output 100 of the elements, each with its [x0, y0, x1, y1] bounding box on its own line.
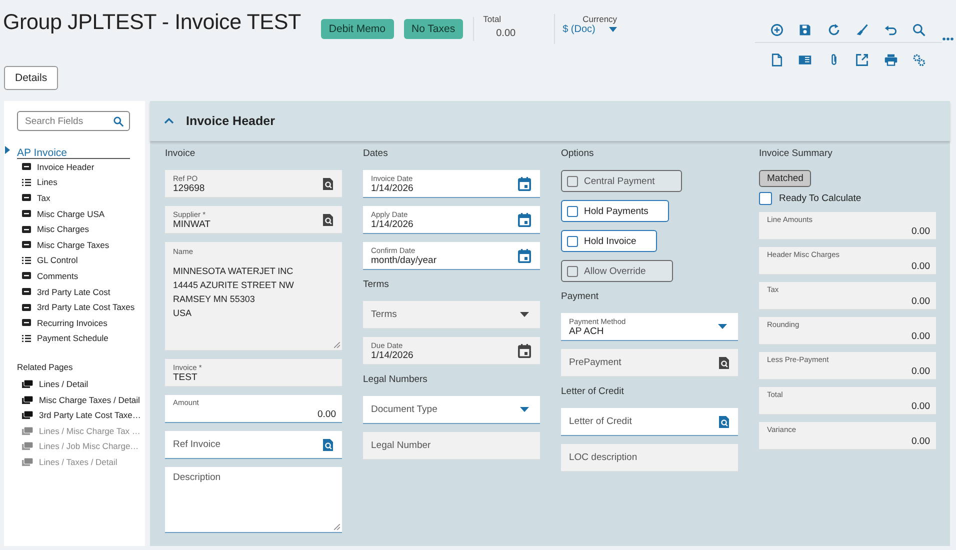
new-document-icon[interactable] — [770, 53, 784, 67]
text-area[interactable]: Description — [165, 467, 342, 533]
resize-grip-icon[interactable] — [334, 524, 340, 530]
field-value: 0.00 — [910, 436, 930, 446]
lookup-field[interactable]: Letter of Credit — [561, 408, 738, 436]
currency-value[interactable]: $ (Doc) — [562, 24, 596, 35]
group-heading: Options — [561, 148, 595, 161]
form-icon — [22, 194, 31, 202]
list-icon — [22, 178, 31, 186]
checkbox-option[interactable]: Hold Invoice — [561, 230, 658, 252]
field-value: 1/14/2026 — [371, 182, 414, 194]
placeholder-text: Description — [173, 472, 222, 483]
brush-icon[interactable] — [855, 23, 869, 37]
section-title: Invoice Header — [186, 114, 275, 128]
field-value: 0.00 — [910, 366, 930, 376]
refresh-icon[interactable] — [826, 23, 840, 37]
group-heading: Legal Numbers — [363, 374, 428, 387]
field-value: TEST — [173, 372, 198, 382]
form-icon — [22, 241, 31, 248]
pages-icon — [22, 411, 33, 420]
settings-icon[interactable] — [912, 53, 926, 67]
placeholder-text: Legal Number — [371, 440, 432, 451]
field-value: MINWAT — [173, 218, 212, 230]
lookup-icon[interactable] — [323, 438, 333, 450]
search-icon[interactable] — [113, 116, 124, 126]
list-icon — [22, 334, 31, 342]
checkbox[interactable] — [567, 236, 578, 246]
caret-down-icon[interactable] — [520, 407, 529, 412]
tree-item[interactable]: Tax — [37, 192, 50, 203]
caret-down-icon[interactable] — [609, 27, 618, 32]
checkbox-option[interactable]: Hold Payments — [561, 200, 670, 222]
details-button[interactable]: Details — [4, 66, 58, 90]
print-icon[interactable] — [884, 53, 898, 67]
group-heading: Dates — [363, 148, 389, 161]
field-value: 129698 — [173, 182, 206, 194]
field-value: 0.00 — [910, 226, 930, 236]
tree-item[interactable]: Misc Charge Taxes — [37, 240, 110, 250]
tree-item[interactable]: Invoice Header — [37, 162, 94, 172]
triangle-icon[interactable] — [5, 146, 10, 154]
calendar-icon[interactable] — [518, 176, 531, 190]
tree-item[interactable]: AP Invoice — [17, 147, 68, 159]
tree-item[interactable]: Lines — [37, 177, 58, 188]
tree-item[interactable]: Recurring Invoices — [37, 318, 108, 328]
placeholder-text: Terms — [371, 309, 398, 320]
dropdown-field[interactable]: Document Type — [363, 396, 540, 424]
placeholder-text: LOC description — [569, 452, 638, 463]
panel-icon[interactable] — [798, 53, 812, 67]
field-value: month/day/year — [371, 254, 438, 266]
field-value: 0.00 — [910, 400, 930, 412]
related-page-link[interactable]: 3rd Party Late Cost Taxe… — [39, 410, 141, 420]
pages-icon — [22, 442, 33, 450]
placeholder-text: Ref Invoice — [173, 439, 222, 450]
tree-item[interactable]: Misc Charge USA — [37, 208, 105, 219]
pages-icon — [22, 458, 33, 466]
form-icon — [22, 210, 31, 218]
tree-item[interactable]: 3rd Party Late Cost Taxes — [37, 302, 135, 312]
page-title: Group JPLTEST - Invoice TEST — [3, 10, 301, 35]
save-icon[interactable] — [798, 23, 812, 37]
placeholder-text: PrePayment — [569, 357, 622, 368]
group-heading: Payment — [561, 291, 600, 304]
external-link-icon[interactable] — [855, 53, 869, 67]
add-icon[interactable] — [770, 23, 784, 37]
calendar-icon[interactable] — [518, 248, 531, 262]
form-icon — [22, 272, 31, 280]
checkbox[interactable] — [567, 206, 578, 216]
form-icon — [22, 226, 31, 233]
tree-item[interactable]: Comments — [37, 270, 78, 281]
field-value: 1/14/2026 — [371, 350, 414, 360]
tree-item[interactable]: Payment Schedule — [37, 333, 108, 344]
lookup-icon[interactable] — [719, 416, 729, 428]
tree-item[interactable]: 3rd Party Late Cost — [37, 286, 110, 297]
search-icon[interactable] — [912, 23, 926, 37]
group-heading: Invoice — [165, 148, 196, 161]
status-badge: Debit Memo — [320, 19, 394, 39]
checkbox-label[interactable]: Ready To Calculate — [779, 193, 862, 204]
lookup-field[interactable]: Ref Invoice — [165, 431, 342, 459]
checkbox[interactable] — [759, 192, 772, 205]
total-value: 0.00 — [496, 28, 516, 39]
currency-label: Currency — [582, 14, 618, 24]
section-heading: Related Pages — [17, 362, 74, 374]
form-icon — [22, 288, 31, 296]
form-icon — [22, 304, 31, 311]
placeholder-text: Letter of Credit — [569, 416, 633, 427]
calendar-icon[interactable] — [518, 212, 531, 226]
field-value: 0.00 — [910, 330, 930, 342]
tree-item[interactable]: GL Control — [37, 255, 78, 266]
group-heading: Letter of Credit — [561, 386, 625, 399]
caret-down-icon[interactable] — [718, 324, 727, 329]
related-page-link[interactable]: Lines / Detail — [39, 378, 88, 389]
related-page-link[interactable]: Misc Charge Taxes / Detail — [39, 394, 140, 405]
tree-item[interactable]: Misc Charges — [37, 224, 89, 234]
field-value: 0.00 — [910, 260, 930, 272]
more-icon[interactable] — [942, 37, 954, 41]
collapse-icon[interactable] — [164, 118, 174, 124]
placeholder-text: Document Type — [371, 404, 438, 415]
field-value: 0.00 — [316, 408, 336, 420]
form-icon — [22, 319, 31, 326]
search-field[interactable]: Search Fields — [17, 111, 130, 131]
undo-icon[interactable] — [884, 23, 898, 37]
group-heading: Terms — [363, 279, 390, 292]
